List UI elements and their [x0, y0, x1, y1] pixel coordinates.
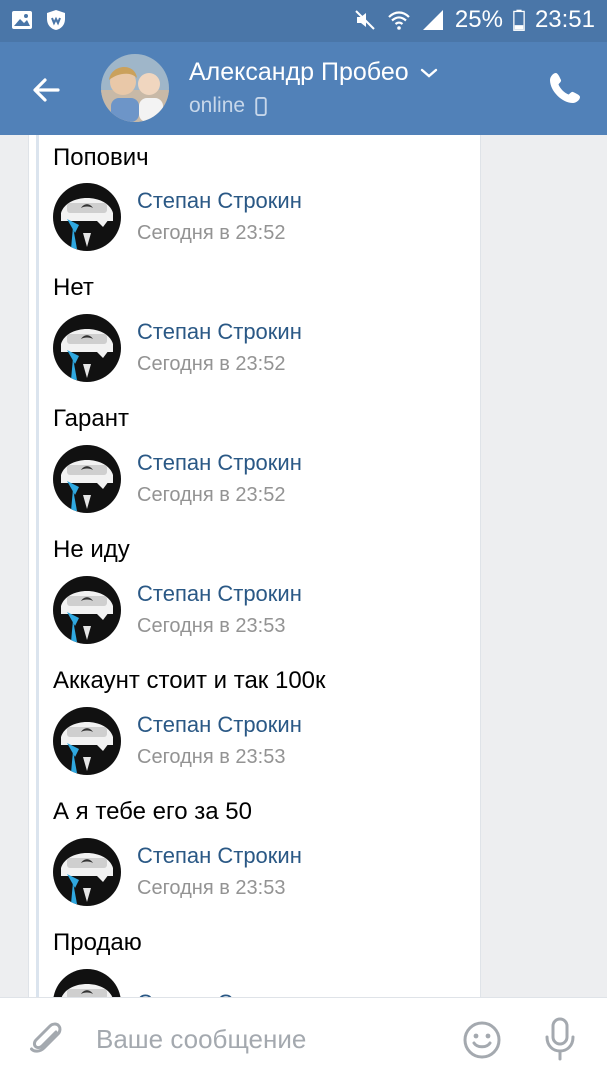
message-author-row: Степан Строкин Сегодня в 23:53	[53, 576, 473, 644]
message-author-row: Степан Строкин Сегодня в 23:52	[53, 183, 473, 251]
message-time: Сегодня в 23:52	[137, 222, 286, 244]
presence-status: online	[189, 94, 267, 118]
emoji-icon[interactable]	[462, 1020, 502, 1060]
forwarded-message: Степан Строкин Сегодня в 23:52 Нет	[53, 183, 473, 303]
message-time: Сегодня в 23:52	[137, 484, 286, 506]
forwarded-message: Степан Строкин Сегодня в 23:53 А я тебе ег…	[53, 707, 473, 827]
message-author-row: Степан Строкин	[53, 969, 473, 997]
forwarded-message: Степан Строкин Сегодня в 23:53 Аккаунт сто…	[53, 576, 473, 696]
message-author-row: Степан Строкин Сегодня в 23:52	[53, 314, 473, 382]
online-status-text: online	[189, 94, 246, 117]
author-meta: Степан Строкин Сегодня в 23:52	[137, 188, 302, 246]
back-arrow-icon[interactable]	[28, 72, 64, 108]
author-name[interactable]: Степан Строкин	[137, 990, 302, 997]
message-text: А я тебе его за 50	[53, 798, 252, 825]
contact-name: Александр Пробео	[189, 58, 409, 86]
message-composer: Ваше сообщение	[0, 997, 607, 1080]
author-meta: Степан Строкин	[137, 990, 302, 997]
mic-icon[interactable]	[542, 1016, 578, 1062]
author-meta: Степан Строкин Сегодня в 23:52	[137, 319, 302, 377]
forwarded-quote-line	[36, 135, 39, 997]
author-avatar[interactable]	[53, 445, 121, 513]
signal-icon	[422, 10, 443, 30]
author-name[interactable]: Степан Строкин	[137, 843, 302, 869]
message-time: Сегодня в 23:52	[137, 353, 286, 375]
mobile-device-icon	[255, 96, 267, 116]
chevron-down-icon	[420, 68, 437, 78]
mute-icon	[355, 10, 375, 30]
message-text: Гарант	[53, 405, 129, 432]
contact-avatar[interactable]	[101, 54, 169, 122]
message-text: Нет	[53, 274, 94, 301]
author-meta: Степан Строкин Сегодня в 23:53	[137, 843, 302, 901]
author-avatar[interactable]	[53, 969, 121, 997]
message-author-row: Степан Строкин Сегодня в 23:53	[53, 838, 473, 906]
message-time: Сегодня в 23:53	[137, 877, 286, 899]
author-avatar[interactable]	[53, 707, 121, 775]
phone-icon[interactable]	[547, 70, 583, 106]
message-author-row: Степан Строкин Сегодня в 23:52	[53, 445, 473, 513]
forwarded-message: Степан Строкин Сегодня в 23:53 Продаю	[53, 838, 473, 958]
message-text: Не иду	[53, 536, 130, 563]
forwarded-message: Степан Строкин Сегодня в 23:52 Гарант	[53, 314, 473, 434]
gallery-icon	[12, 11, 32, 29]
message-time: Сегодня в 23:53	[137, 746, 286, 768]
author-avatar[interactable]	[53, 576, 121, 644]
message-text: Попович	[53, 144, 149, 171]
forwarded-message: Степан Строкин	[53, 969, 473, 997]
author-name[interactable]: Степан Строкин	[137, 319, 302, 345]
attach-icon[interactable]	[28, 1020, 66, 1058]
message-text: Продаю	[53, 929, 142, 956]
contact-name-dropdown[interactable]: Александр Пробео	[189, 58, 439, 87]
author-avatar[interactable]	[53, 314, 121, 382]
author-meta: Степан Строкин Сегодня в 23:53	[137, 712, 302, 770]
chat-header: Александр Пробео online	[0, 42, 607, 135]
message-time: Сегодня в 23:53	[137, 615, 286, 637]
forwarded-message: Степан Строкин Сегодня в 23:52 Не иду	[53, 445, 473, 565]
shield-app-icon	[47, 10, 65, 30]
author-avatar[interactable]	[53, 183, 121, 251]
battery-percent: 25%	[454, 6, 503, 33]
status-bar: 25% 23:51	[0, 0, 607, 42]
wifi-icon	[388, 11, 410, 30]
author-avatar[interactable]	[53, 838, 121, 906]
message-author-row: Степан Строкин Сегодня в 23:53	[53, 707, 473, 775]
forwarded-message: Попович	[53, 143, 473, 173]
battery-icon	[513, 9, 525, 31]
author-name[interactable]: Степан Строкин	[137, 450, 302, 476]
author-meta: Степан Строкин Сегодня в 23:52	[137, 450, 302, 508]
message-list[interactable]: Попович Степан Строкин Сегодня в 23:52 Нет С…	[0, 135, 607, 997]
message-input[interactable]: Ваше сообщение	[96, 1024, 306, 1055]
author-name[interactable]: Степан Строкин	[137, 188, 302, 214]
author-name[interactable]: Степан Строкин	[137, 712, 302, 738]
clock: 23:51	[534, 6, 595, 33]
author-meta: Степан Строкин Сегодня в 23:53	[137, 581, 302, 639]
message-text: Аккаунт стоит и так 100к	[53, 667, 326, 694]
author-name[interactable]: Степан Строкин	[137, 581, 302, 607]
